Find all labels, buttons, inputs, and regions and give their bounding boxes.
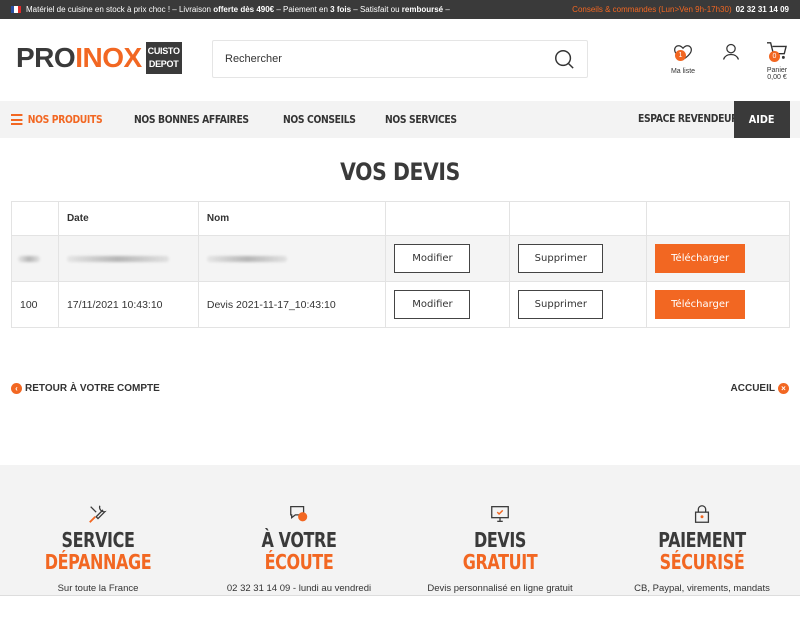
cell-name: Devis 2021-11-17_10:43:10 — [197, 281, 387, 328]
chevron-left-icon: ‹ — [11, 383, 22, 394]
contact-label: Conseils & commandes (Lun>Ven 9h-17h30) — [572, 5, 732, 14]
table-row: Modifier Supprimer Télécharger — [11, 235, 790, 282]
delete-button[interactable]: Supprimer — [518, 290, 604, 319]
cell-date: 17/11/2021 10:43:10 — [57, 281, 199, 328]
col-header-name: Nom — [197, 201, 387, 236]
redacted-value — [18, 255, 40, 262]
nav-services[interactable]: Nos services — [385, 114, 457, 126]
download-button[interactable]: Télécharger — [655, 290, 746, 319]
table-row: 100 17/11/2021 10:43:10 Devis 2021-11-17… — [11, 281, 790, 328]
nav-deals[interactable]: Nos bonnes affaires — [134, 114, 249, 126]
table-header-row: Date Nom — [11, 201, 790, 236]
cell-date — [57, 235, 199, 282]
france-flag-icon — [11, 6, 21, 13]
top-info-bar: Matériel de cuisine en stock à prix choc… — [0, 0, 800, 19]
contact-info[interactable]: Conseils & commandes (Lun>Ven 9h-17h30) 0… — [572, 5, 789, 14]
col-header-download — [646, 201, 790, 236]
cart-count-badge: 0 — [769, 51, 780, 62]
feature-repair: SERVICE DÉPANNAGE Sur toute la France — [8, 503, 188, 594]
modify-button[interactable]: Modifier — [394, 244, 471, 273]
cell-modify: Modifier — [385, 235, 511, 282]
menu-icon — [11, 114, 23, 125]
search-input[interactable] — [225, 53, 553, 65]
contact-phone[interactable]: 02 32 31 14 09 — [736, 5, 789, 14]
nav-products[interactable]: Nos produits — [11, 114, 103, 126]
cart-button[interactable]: 0 Panier 0,00 € — [760, 41, 794, 81]
redacted-value — [206, 255, 287, 262]
cell-id — [11, 235, 59, 282]
lock-icon — [694, 505, 710, 523]
cell-modify: Modifier — [385, 281, 511, 328]
redacted-value — [66, 255, 169, 262]
home-link[interactable]: ACCUEIL × — [731, 383, 789, 394]
reassurance-footer: SERVICE DÉPANNAGE Sur toute la France À … — [0, 465, 800, 596]
close-icon: × — [778, 383, 789, 394]
cart-total: 0,00 € — [767, 74, 787, 81]
cell-name — [197, 235, 387, 282]
logo-badge: CUISTO DEPOT — [145, 42, 182, 74]
col-header-id — [11, 201, 59, 236]
cell-delete: Supprimer — [509, 281, 648, 328]
site-logo[interactable]: PROINOX CUISTO DEPOT — [16, 42, 182, 74]
site-header: PROINOX CUISTODEPOT 1 Ma liste 0 Panier … — [0, 19, 800, 101]
wishlist-label: Ma liste — [670, 68, 696, 75]
col-header-modify — [385, 201, 511, 236]
wishlist-count-badge: 1 — [675, 50, 686, 61]
quotes-table: Date Nom Modifier Supprimer Télécharger … — [11, 201, 790, 328]
page-title: VOS DEVIS — [340, 158, 460, 186]
cell-id: 100 — [11, 281, 59, 328]
nav-help[interactable]: Aide — [734, 101, 790, 138]
wishlist-button[interactable]: 1 Ma liste — [668, 42, 698, 75]
nav-advice[interactable]: Nos conseils — [283, 114, 356, 126]
feature-free-quote: DEVIS GRATUIT Devis personnalisé en lign… — [410, 503, 590, 594]
col-header-delete — [509, 201, 648, 236]
promo-message: Matériel de cuisine en stock à prix choc… — [26, 5, 450, 14]
search-bar — [212, 40, 588, 78]
back-to-account-link[interactable]: ‹ RETOUR À VOTRE COMPTE — [11, 383, 160, 394]
modify-button[interactable]: Modifier — [394, 290, 471, 319]
search-icon[interactable] — [553, 48, 575, 70]
monitor-icon — [491, 506, 509, 522]
account-button[interactable] — [720, 42, 742, 62]
wrench-icon — [89, 505, 107, 523]
cart-label: Panier — [766, 67, 788, 74]
delete-button[interactable]: Supprimer — [518, 244, 604, 273]
col-header-date: Date — [57, 201, 199, 236]
chat-icon — [290, 506, 308, 522]
main-navigation: Nos produits Nos bonnes affaires Nos con… — [0, 101, 800, 138]
cell-delete: Supprimer — [509, 235, 648, 282]
user-icon — [722, 43, 740, 60]
cell-download: Télécharger — [646, 235, 790, 282]
cell-download: Télécharger — [646, 281, 790, 328]
feature-listening: À VOTRE ÉCOUTE 02 32 31 14 09 - lundi au… — [209, 503, 389, 594]
download-button[interactable]: Télécharger — [655, 244, 746, 273]
nav-reseller-space[interactable]: Espace revendeur — [638, 113, 738, 125]
feature-secure-payment: PAIEMENT SÉCURISÉ CB, Paypal, virements,… — [612, 503, 792, 594]
